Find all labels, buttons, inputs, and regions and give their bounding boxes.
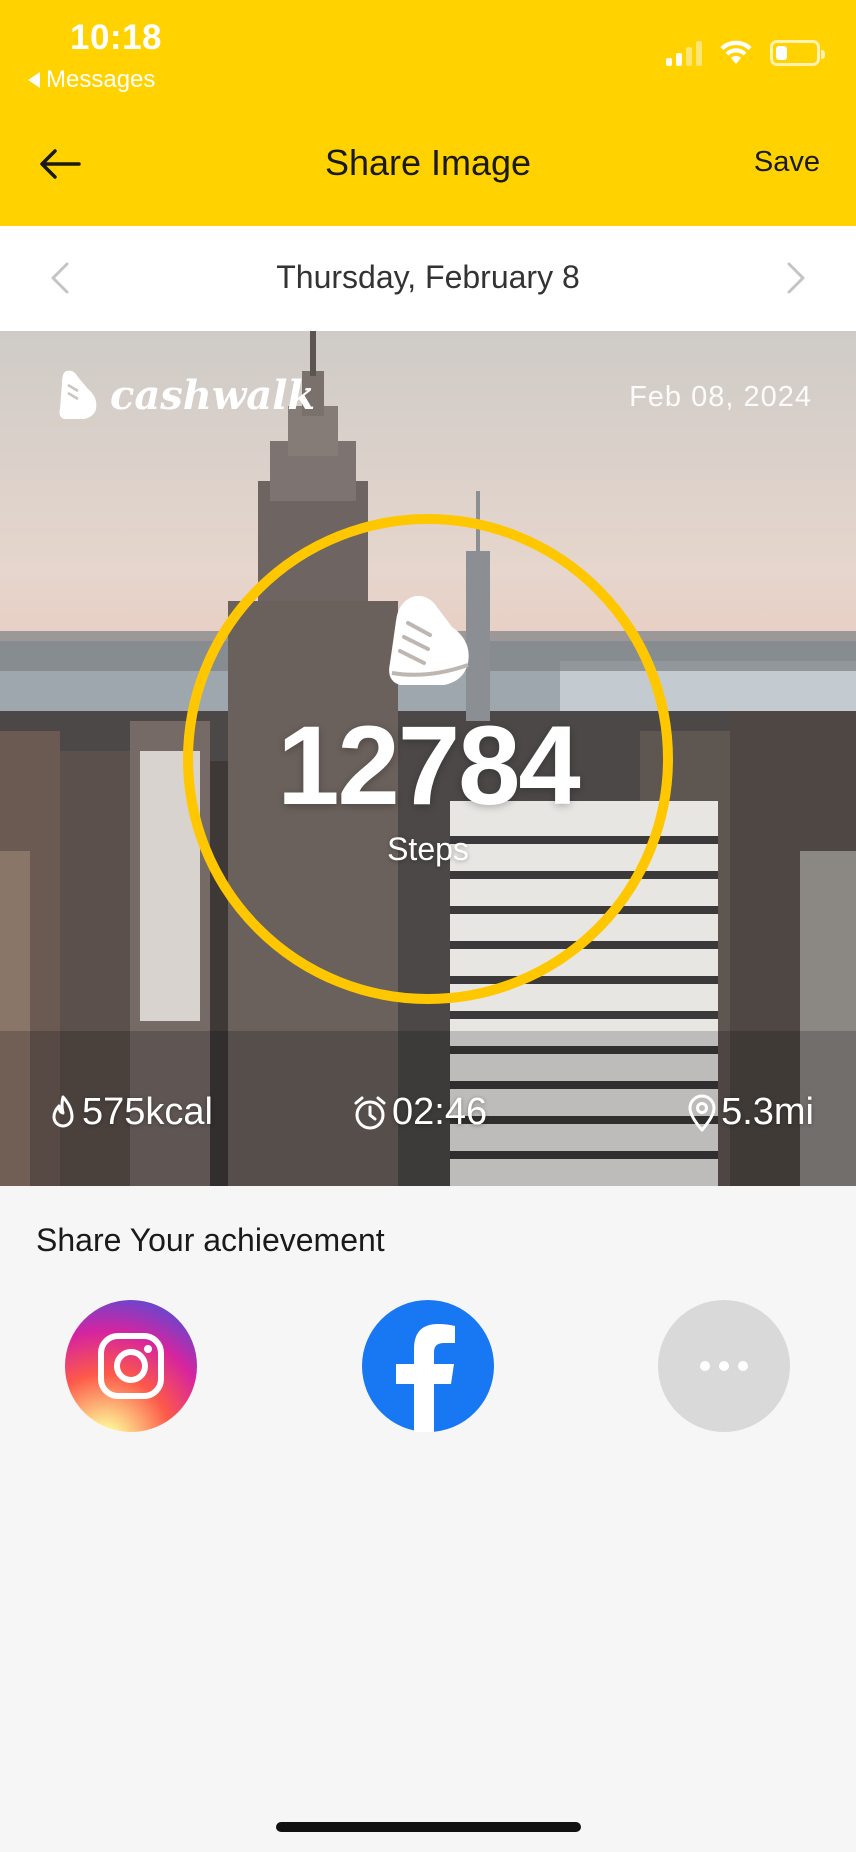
status-icons — [666, 38, 825, 66]
instagram-icon — [98, 1333, 164, 1399]
distance-value: 5.3mi — [721, 1091, 814, 1133]
distance-stat: 5.3mi — [687, 1091, 814, 1134]
cellular-signal-icon — [666, 40, 702, 66]
status-time: 10:18 — [70, 18, 163, 57]
share-section-title: Share Your achievement — [36, 1222, 385, 1258]
card-date: Feb 08, 2024 — [629, 381, 812, 413]
back-to-messages-link[interactable]: Messages — [28, 66, 155, 94]
share-facebook-button[interactable] — [362, 1300, 494, 1432]
wifi-icon — [720, 40, 752, 64]
back-triangle-icon — [28, 72, 40, 88]
top-bar: 10:18 Messages Share Image Save — [0, 0, 856, 226]
back-to-messages-label: Messages — [46, 66, 156, 93]
shoe-logo-icon — [59, 370, 97, 419]
share-instagram-button[interactable] — [65, 1300, 197, 1432]
flame-icon — [52, 1095, 74, 1127]
chevron-right-icon — [787, 262, 805, 294]
more-icon — [700, 1361, 748, 1371]
duration-stat: 02:46 — [352, 1091, 487, 1134]
share-more-button[interactable] — [658, 1300, 790, 1432]
location-pin-icon — [688, 1094, 716, 1131]
date-selector: Thursday, February 8 — [0, 226, 856, 331]
share-image-card: cashwalk Feb 08, 2024 12784 Steps 575kca… — [0, 331, 856, 1186]
battery-level — [776, 46, 788, 60]
steps-count: 12784 — [277, 703, 580, 828]
battery-icon — [770, 40, 825, 66]
alarm-clock-icon — [354, 1096, 386, 1129]
selected-date: Thursday, February 8 — [276, 259, 580, 295]
brand-name: cashwalk — [110, 371, 316, 419]
page-title: Share Image — [324, 142, 532, 183]
back-button[interactable] — [34, 138, 86, 190]
next-day-button[interactable] — [774, 256, 818, 300]
save-button[interactable]: Save — [754, 146, 820, 179]
steps-label: Steps — [387, 831, 469, 867]
shoe-icon — [389, 595, 469, 685]
calories-value: 575kcal — [82, 1091, 213, 1133]
duration-value: 02:46 — [392, 1091, 488, 1133]
calories-stat: 575kcal — [48, 1091, 213, 1134]
facebook-icon — [396, 1324, 455, 1432]
brand-logo: cashwalk — [56, 369, 315, 421]
arrow-left-icon — [40, 149, 81, 179]
home-indicator — [276, 1822, 581, 1832]
